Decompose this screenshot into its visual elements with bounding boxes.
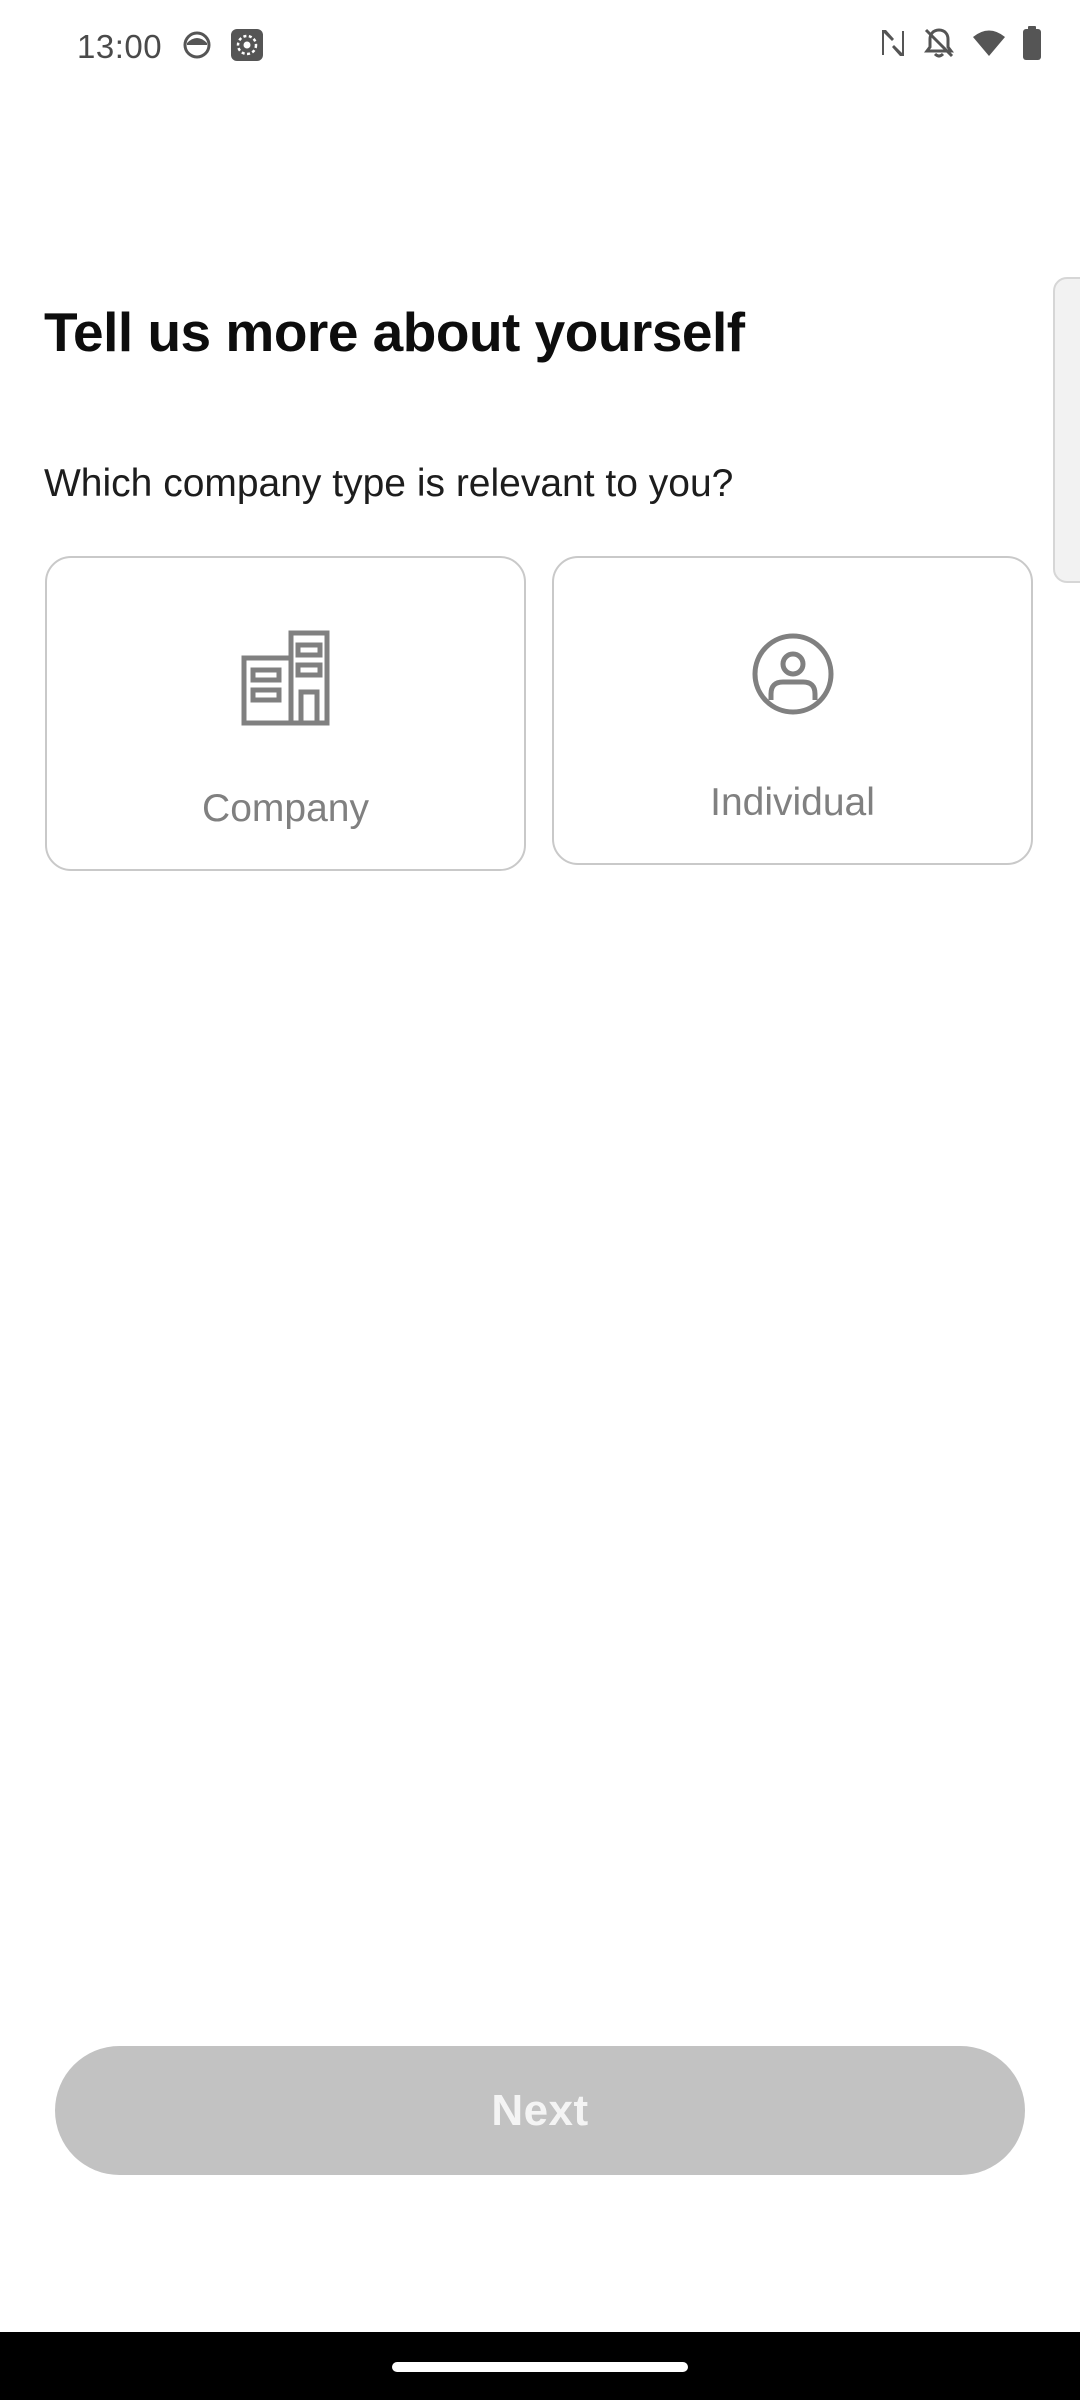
- status-time: 13:00: [77, 28, 163, 65]
- question-label: Which company type is relevant to you?: [44, 462, 734, 505]
- option-company-label: Company: [202, 787, 369, 830]
- option-individual-label: Individual: [710, 781, 875, 824]
- navigation-bar: [0, 2332, 1080, 2400]
- page-title: Tell us more about yourself: [44, 301, 745, 363]
- user-circle-icon: [751, 632, 835, 721]
- status-bar: 13:00: [0, 0, 1080, 96]
- option-individual-card[interactable]: Individual: [552, 556, 1033, 865]
- status-notification-icons: [182, 28, 264, 62]
- battery-icon: [1022, 26, 1042, 60]
- face-notification-icon: [182, 30, 212, 60]
- building-icon: [241, 630, 331, 731]
- home-indicator[interactable]: [392, 2362, 688, 2372]
- edge-panel-handle[interactable]: [1053, 277, 1080, 583]
- nfc-icon: [880, 27, 906, 59]
- status-system-icons: [880, 26, 1042, 60]
- bell-off-icon: [922, 26, 956, 60]
- next-button[interactable]: Next: [55, 2046, 1025, 2175]
- wifi-icon: [972, 28, 1006, 58]
- option-company-card[interactable]: Company: [45, 556, 526, 871]
- settings-notification-icon: [230, 28, 264, 62]
